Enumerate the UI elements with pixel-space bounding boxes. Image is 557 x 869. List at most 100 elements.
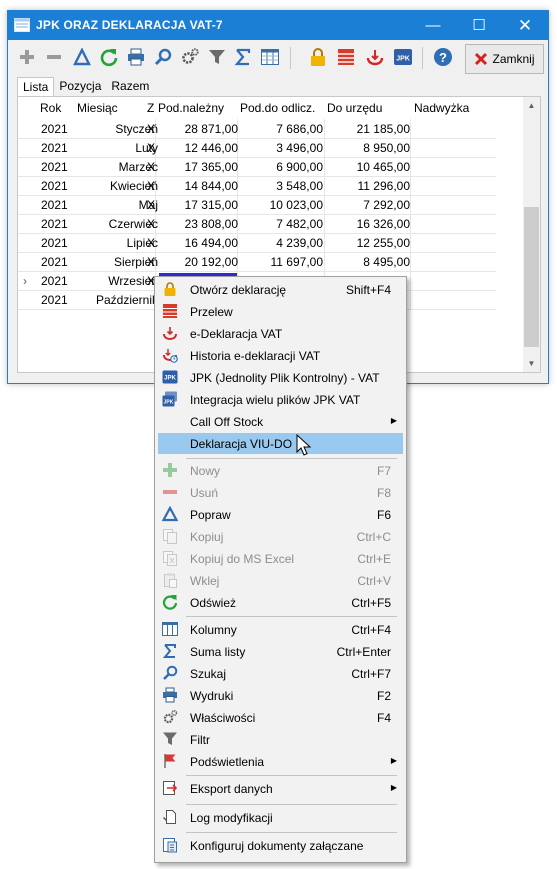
column-header-nadwyzka[interactable]: Nadwyżka: [414, 101, 469, 115]
menu-item-call-off-stock[interactable]: Call Off Stock ▶: [158, 411, 403, 432]
cell-pod-do-odlicz[interactable]: 7 482,00: [276, 217, 323, 231]
cell-z[interactable]: X: [147, 236, 155, 250]
remove-icon[interactable]: [43, 46, 65, 68]
menu-item-wydruki[interactable]: Wydruki F2: [158, 685, 403, 706]
table-row[interactable]: 2021 Luty X 12 446,00 3 496,00 8 950,00: [18, 138, 496, 158]
cell-z[interactable]: X: [147, 217, 155, 231]
menu-item-przelew[interactable]: Przelew: [158, 301, 403, 322]
scroll-up-icon[interactable]: ▲: [523, 97, 540, 114]
cell-pod-do-odlicz[interactable]: 4 239,00: [276, 236, 323, 250]
cell-rok[interactable]: 2021: [41, 141, 68, 155]
edit-icon[interactable]: [71, 46, 93, 68]
cell-miesiac[interactable]: Październik: [96, 293, 158, 307]
cell-z[interactable]: X: [147, 160, 155, 174]
menu-item-jpk-jednolity-plik-kontrolny-vat[interactable]: JPK JPK (Jednolity Plik Kontrolny) - VAT: [158, 367, 403, 388]
sum-icon[interactable]: [232, 46, 254, 68]
cell-pod-do-odlicz[interactable]: 10 023,00: [270, 198, 323, 212]
cell-pod-nalezny[interactable]: 20 192,00: [185, 255, 238, 269]
cell-do-urzedu[interactable]: 8 950,00: [363, 141, 410, 155]
cell-pod-do-odlicz[interactable]: 3 496,00: [276, 141, 323, 155]
cell-z[interactable]: X: [147, 255, 155, 269]
cell-pod-nalezny[interactable]: 17 365,00: [185, 160, 238, 174]
column-header-miesiac[interactable]: Miesiąc: [77, 101, 118, 115]
help-icon[interactable]: ?: [432, 46, 454, 68]
cell-rok[interactable]: 2021: [41, 217, 68, 231]
cell-do-urzedu[interactable]: 12 255,00: [357, 236, 410, 250]
close-window-button[interactable]: ✕: [502, 11, 548, 40]
cell-pod-nalezny[interactable]: 28 871,00: [185, 122, 238, 136]
table-row[interactable]: 2021 Styczeń X 28 871,00 7 686,00 21 185,00: [18, 119, 496, 139]
filter-icon[interactable]: [206, 46, 228, 68]
columns-icon[interactable]: [259, 46, 281, 68]
cell-do-urzedu[interactable]: 16 326,00: [357, 217, 410, 231]
add-icon[interactable]: [16, 46, 38, 68]
cell-rok[interactable]: 2021: [41, 274, 68, 288]
e-declaration-icon[interactable]: [364, 46, 386, 68]
cell-z[interactable]: X: [147, 179, 155, 193]
settings-icon[interactable]: [179, 46, 201, 68]
column-header-do-urzedu[interactable]: Do urzędu: [327, 101, 382, 115]
menu-item-suma-listy[interactable]: Suma listy Ctrl+Enter: [158, 641, 403, 662]
cell-rok[interactable]: 2021: [41, 122, 68, 136]
table-row[interactable]: 2021 Maj X 17 315,00 10 023,00 7 292,00: [18, 195, 496, 215]
menu-item-konfiguruj-dokumenty-zalaczane[interactable]: Konfiguruj dokumenty załączane: [158, 835, 403, 856]
table-row[interactable]: 2021 Lipiec X 16 494,00 4 239,00 12 255,00: [18, 233, 496, 253]
table-row[interactable]: 2021 Marzec X 17 365,00 6 900,00 10 465,00: [18, 157, 496, 177]
cell-z[interactable]: X: [147, 198, 155, 212]
column-header-z[interactable]: Z: [147, 101, 154, 115]
menu-item-deklaracja-viu-do[interactable]: Deklaracja VIU-DO: [158, 433, 403, 454]
menu-item-filtr[interactable]: Filtr: [158, 729, 403, 750]
table-row[interactable]: 2021 Czerwiec X 23 808,00 7 482,00 16 326,00: [18, 214, 496, 234]
scrollbar-thumb[interactable]: [524, 207, 539, 347]
menu-item-nowy[interactable]: Nowy F7: [158, 460, 403, 481]
column-header-rok[interactable]: Rok: [40, 101, 61, 115]
menu-item-log-modyfikacji[interactable]: Log modyfikacji: [158, 807, 403, 828]
cell-rok[interactable]: 2021: [41, 255, 68, 269]
cell-rok[interactable]: 2021: [41, 179, 68, 193]
cell-pod-nalezny[interactable]: 12 446,00: [185, 141, 238, 155]
cell-pod-do-odlicz[interactable]: 11 697,00: [271, 255, 324, 269]
cell-pod-do-odlicz[interactable]: 7 686,00: [276, 122, 323, 136]
menu-item-odswiez[interactable]: Odśwież Ctrl+F5: [158, 592, 403, 613]
column-header-pod-do-odlicz[interactable]: Pod.do odlicz.: [240, 101, 315, 115]
cell-do-urzedu[interactable]: 10 465,00: [357, 160, 410, 174]
cell-do-urzedu[interactable]: 21 185,00: [357, 122, 410, 136]
menu-item-kopiuj-do-ms-excel[interactable]: Kopiuj do MS Excel Ctrl+E: [158, 548, 403, 569]
menu-item-e-deklaracja-vat[interactable]: e-Deklaracja VAT: [158, 323, 403, 344]
cell-pod-do-odlicz[interactable]: 3 548,00: [276, 179, 323, 193]
minimize-button[interactable]: —: [410, 11, 456, 40]
close-button[interactable]: Zamknij: [465, 44, 544, 74]
scroll-down-icon[interactable]: ▼: [523, 355, 540, 372]
column-header-pod-nalezny[interactable]: Pod.należny: [158, 101, 224, 115]
cell-do-urzedu[interactable]: 11 296,00: [358, 179, 411, 193]
menu-item-historia-e-deklaracji-vat[interactable]: Historia e-deklaracji VAT: [158, 345, 403, 366]
transfer-icon[interactable]: [335, 46, 357, 68]
menu-item-popraw[interactable]: Popraw F6: [158, 504, 403, 525]
vertical-scrollbar[interactable]: ▲ ▼: [523, 97, 540, 372]
tab-lista[interactable]: Lista: [17, 77, 55, 97]
menu-item-kolumny[interactable]: Kolumny Ctrl+F4: [158, 619, 403, 640]
title-bar[interactable]: JPK ORAZ DEKLARACJA VAT-7 — ☐ ✕: [8, 11, 548, 40]
cell-do-urzedu[interactable]: 8 495,00: [363, 255, 410, 269]
cell-pod-nalezny[interactable]: 16 494,00: [185, 236, 238, 250]
menu-item-podswietlenia[interactable]: Podświetlenia ▶: [158, 751, 403, 772]
cell-do-urzedu[interactable]: 7 292,00: [363, 198, 410, 212]
tab-pozycja[interactable]: Pozycja: [54, 77, 106, 96]
cell-rok[interactable]: 2021: [41, 293, 68, 307]
cell-z[interactable]: X: [147, 141, 155, 155]
cell-pod-nalezny[interactable]: 14 844,00: [185, 179, 238, 193]
menu-item-szukaj[interactable]: Szukaj Ctrl+F7: [158, 663, 403, 684]
cell-rok[interactable]: 2021: [41, 236, 68, 250]
menu-item-eksport-danych[interactable]: Eksport danych ▶: [158, 778, 403, 799]
search-icon[interactable]: [152, 46, 174, 68]
print-icon[interactable]: [125, 46, 147, 68]
table-row[interactable]: 2021 Kwiecień X 14 844,00 3 548,00 11 296,00: [18, 176, 496, 196]
menu-item-kopiuj[interactable]: Kopiuj Ctrl+C: [158, 526, 403, 547]
tab-razem[interactable]: Razem: [106, 77, 154, 96]
menu-item-wlasciwosci[interactable]: Właściwości F4: [158, 707, 403, 728]
jpk-icon[interactable]: JPK: [392, 46, 414, 68]
table-row[interactable]: 2021 Sierpień X 20 192,00 11 697,00 8 495,00: [18, 252, 496, 272]
refresh-icon[interactable]: [98, 46, 120, 68]
cell-rok[interactable]: 2021: [41, 160, 68, 174]
cell-pod-nalezny[interactable]: 23 808,00: [185, 217, 238, 231]
